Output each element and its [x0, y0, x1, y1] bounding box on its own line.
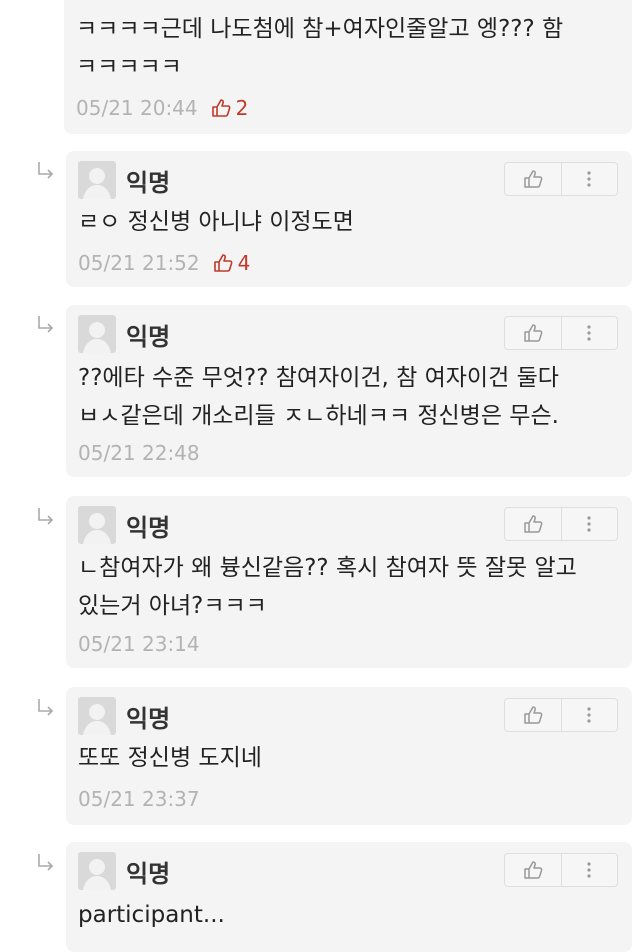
like-button[interactable] — [505, 508, 561, 540]
comment-text: ??에타 수준 무엇?? 참여자이건, 참 여자이건 둘다 ㅂㅅ같은데 개소리들… — [78, 365, 559, 429]
comment-text: participant... — [78, 902, 225, 928]
comment-meta: 05/21 23:14 — [78, 632, 200, 656]
comment-actions — [504, 162, 618, 196]
reply-card: 익명 또또 정신병 도지네 05/21 23:37 — [66, 687, 632, 825]
comment-card: ㅋㅋㅋㅋ근데 나도첨에 참+여자인줄알고 엥??? 함 ㅋㅋㅋㅋㅋ 05/21 … — [64, 0, 632, 134]
reply-card: 익명 participant... — [66, 842, 632, 952]
thumbs-up-icon — [524, 515, 543, 533]
like-count-value: 4 — [237, 251, 251, 275]
comment-time: 05/21 22:48 — [78, 441, 200, 465]
more-vertical-icon — [587, 325, 591, 341]
comment-meta: 05/21 23:37 — [78, 787, 200, 811]
author-name: 익명 — [126, 705, 171, 733]
comment-text: ㄹㅇ 정신병 아니냐 이정도면 — [78, 209, 354, 235]
like-button[interactable] — [505, 699, 561, 731]
reply-arrow-icon — [38, 316, 54, 333]
avatar — [78, 161, 116, 199]
comment-meta: 05/21 21:52 4 — [78, 251, 250, 275]
like-button[interactable] — [505, 854, 561, 886]
thumbs-up-icon — [524, 170, 543, 188]
comment-actions — [504, 698, 618, 732]
avatar — [78, 852, 116, 890]
more-vertical-icon — [587, 862, 591, 878]
reply-arrow-icon — [38, 699, 54, 716]
comment-text: ㅋㅋㅋㅋ근데 나도첨에 참+여자인줄알고 엥??? 함 ㅋㅋㅋㅋㅋ — [76, 16, 564, 80]
author-name: 익명 — [126, 514, 171, 542]
avatar — [78, 697, 116, 735]
more-vertical-icon — [587, 707, 591, 723]
comment-time: 05/21 23:37 — [78, 787, 200, 811]
more-button[interactable] — [560, 854, 618, 886]
more-vertical-icon — [587, 516, 591, 532]
avatar — [78, 315, 116, 353]
like-button[interactable] — [505, 317, 561, 349]
author-name: 익명 — [126, 860, 171, 888]
more-button[interactable] — [560, 699, 618, 731]
like-button[interactable] — [505, 163, 561, 195]
more-button[interactable] — [560, 163, 618, 195]
reply-card: 익명 ㄹㅇ 정신병 아니냐 이정도면 05/21 21:52 4 — [66, 151, 632, 287]
comment-actions — [504, 316, 618, 350]
thumbs-up-icon — [524, 706, 543, 724]
reply-arrow-icon — [38, 162, 54, 179]
thumbs-up-icon — [211, 99, 231, 117]
comment-time: 05/21 20:44 — [76, 96, 198, 120]
more-button[interactable] — [560, 317, 618, 349]
like-count-value: 2 — [235, 96, 249, 120]
comment-time: 05/21 21:52 — [78, 251, 200, 275]
comment-meta: 05/21 20:44 2 — [76, 96, 248, 120]
like-count: 4 — [212, 251, 251, 275]
reply-arrow-icon — [38, 854, 54, 871]
reply-card: 익명 ??에타 수준 무엇?? 참여자이건, 참 여자이건 둘다 ㅂㅅ같은데 개… — [66, 305, 632, 477]
comment-text: ㄴ참여자가 왜 븅신같음?? 혹시 참여자 뜻 잘못 알고 있는거 아녀?ㅋㅋㅋ — [78, 555, 577, 619]
thumbs-up-icon — [524, 861, 543, 879]
reply-card: 익명 ㄴ참여자가 왜 븅신같음?? 혹시 참여자 뜻 잘못 알고 있는거 아녀?… — [66, 496, 632, 668]
comment-text: 또또 정신병 도지네 — [78, 745, 262, 771]
more-button[interactable] — [560, 508, 618, 540]
avatar — [78, 506, 116, 544]
thumbs-up-icon — [213, 254, 233, 272]
thumbs-up-icon — [524, 324, 543, 342]
reply-arrow-icon — [38, 508, 54, 525]
author-name: 익명 — [126, 323, 171, 351]
author-name: 익명 — [126, 169, 171, 197]
more-vertical-icon — [587, 171, 591, 187]
comment-actions — [504, 507, 618, 541]
comment-meta: 05/21 22:48 — [78, 441, 200, 465]
comment-time: 05/21 23:14 — [78, 632, 200, 656]
comment-actions — [504, 853, 618, 887]
like-count: 2 — [210, 96, 249, 120]
